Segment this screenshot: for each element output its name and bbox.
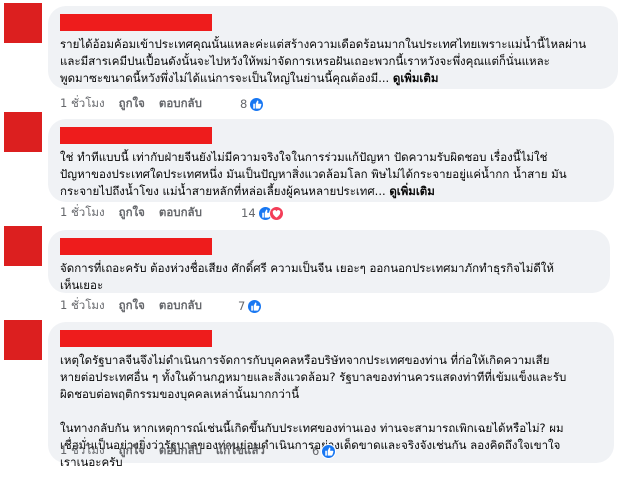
like-icon <box>249 96 265 112</box>
reaction-count: 14 <box>241 206 256 220</box>
reaction-summary[interactable]: 8 <box>240 96 265 112</box>
avatar[interactable] <box>4 320 42 360</box>
reaction-summary[interactable]: 14 <box>241 205 284 221</box>
commenter-name-redacted[interactable] <box>60 14 212 31</box>
love-icon <box>268 205 284 221</box>
comment-bubble: รายได้อ้อมค้อมเข้าประเทศคุณนั้นแหละค่ะแต… <box>48 6 618 89</box>
commenter-name-redacted[interactable] <box>60 127 212 144</box>
reaction-summary[interactable]: 7 <box>238 298 263 314</box>
see-more-link[interactable]: ดูเพิ่มเติม <box>393 71 439 85</box>
comment-actions: 1 ชั่วโมง ถูกใจ ตอบกลับ <box>60 96 216 112</box>
like-button[interactable]: ถูกใจ <box>119 204 145 222</box>
like-button[interactable]: ถูกใจ <box>119 297 145 315</box>
comment-bubble: ใช่ ทำทีแบบนี้ เท่ากับฝ่ายจีนยังไม่มีควา… <box>48 119 614 202</box>
commenter-name-redacted[interactable] <box>60 238 212 255</box>
comment-bubble: จัดการที่เถอะครับ ต้องห่วงชื่อเสียง ศักด… <box>48 230 610 293</box>
comment-text: รายได้อ้อมค้อมเข้าประเทศคุณนั้นแหละค่ะแต… <box>60 37 587 85</box>
reaction-count: 7 <box>238 299 246 313</box>
commenter-name-redacted[interactable] <box>60 330 212 347</box>
reply-button[interactable]: ตอบกลับ <box>159 204 202 222</box>
like-button[interactable]: ถูกใจ <box>119 442 145 460</box>
reaction-count: 6 <box>312 444 320 458</box>
reply-button[interactable]: ตอบกลับ <box>159 95 202 113</box>
comment-time[interactable]: 1 ชั่วโมง <box>60 204 105 222</box>
reply-button[interactable]: ตอบกลับ <box>159 297 202 315</box>
avatar[interactable] <box>4 226 42 266</box>
comment-time[interactable]: 1 ชั่วโมง <box>60 442 105 460</box>
comment-text: จัดการที่เถอะครับ ต้องห่วงชื่อเสียง ศักด… <box>60 261 555 292</box>
comment-time[interactable]: 1 ชั่วโมง <box>60 95 105 113</box>
reaction-summary[interactable]: 6 <box>312 443 337 459</box>
edited-label[interactable]: แก้ไขแล้ว <box>216 442 265 460</box>
comment-actions: 1 ชั่วโมง ถูกใจ ตอบกลับ <box>60 298 216 314</box>
comment-actions: 1 ชั่วโมง ถูกใจ ตอบกลับ แก้ไขแล้ว <box>60 443 279 459</box>
comment-time[interactable]: 1 ชั่วโมง <box>60 297 105 315</box>
like-button[interactable]: ถูกใจ <box>119 95 145 113</box>
like-icon <box>247 298 263 314</box>
comment-text: ใช่ ทำทีแบบนี้ เท่ากับฝ่ายจีนยังไม่มีควา… <box>60 150 567 198</box>
avatar[interactable] <box>4 3 42 43</box>
like-icon <box>321 443 337 459</box>
see-more-link[interactable]: ดูเพิ่มเติม <box>389 184 435 198</box>
comment-actions: 1 ชั่วโมง ถูกใจ ตอบกลับ <box>60 205 216 221</box>
reaction-count: 8 <box>240 97 248 111</box>
avatar[interactable] <box>4 112 42 152</box>
reply-button[interactable]: ตอบกลับ <box>159 442 202 460</box>
